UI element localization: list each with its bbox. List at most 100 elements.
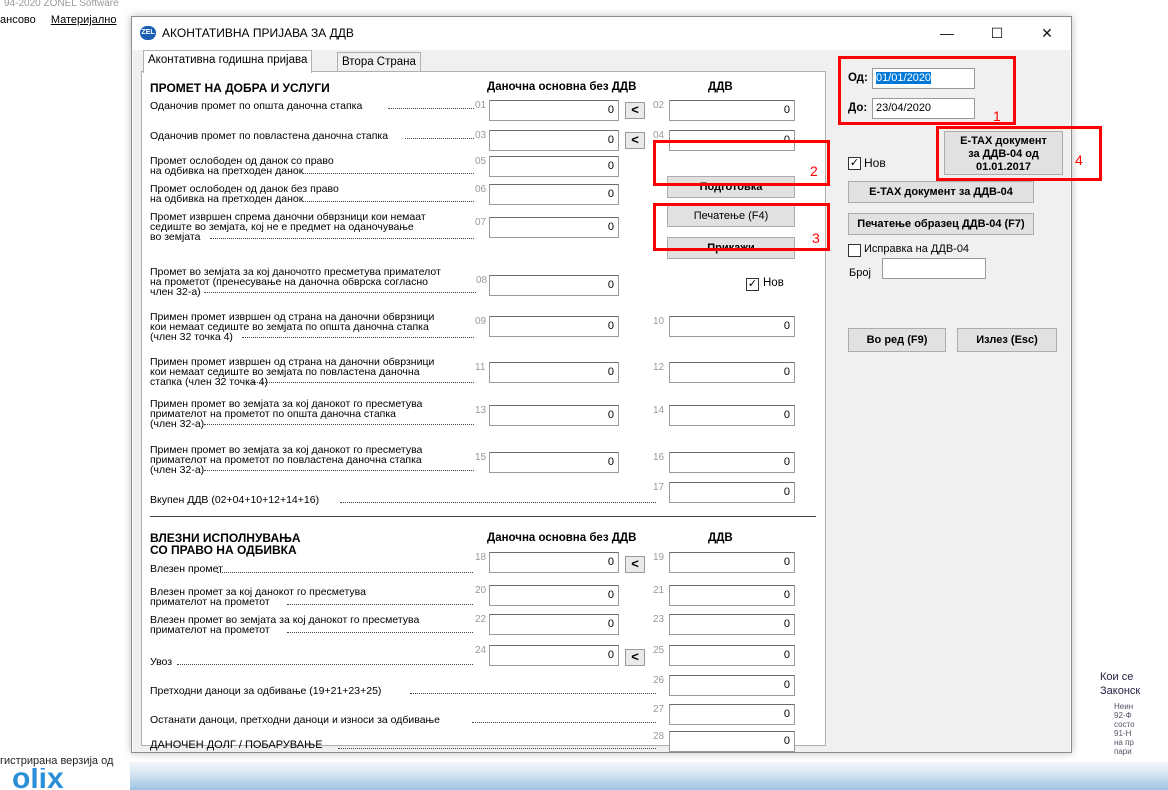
field-06[interactable]: 0	[489, 184, 619, 205]
field-26[interactable]: 0	[669, 675, 795, 696]
field-number: 16	[653, 452, 665, 463]
field-03[interactable]: 0	[489, 130, 619, 151]
ok-f9-button[interactable]: Во ред (F9)	[848, 328, 946, 352]
tab-annual-return[interactable]: Аконтативна годишна пријава	[143, 50, 313, 73]
row-label: Оданочив промет по општа даночна стапка	[150, 100, 363, 112]
dot-leader	[210, 238, 474, 239]
dot-leader	[287, 632, 473, 633]
annotation-box-prepare	[653, 140, 830, 186]
dot-leader	[287, 604, 473, 605]
field-number: 02	[653, 100, 665, 111]
field-number: 06	[475, 184, 487, 195]
field-18[interactable]: 0	[489, 552, 619, 573]
field-11[interactable]: 0	[489, 362, 619, 383]
field-number: 22	[475, 614, 487, 625]
tab-second-page[interactable]: Втора Страна	[337, 52, 421, 73]
etax-ddv04-button[interactable]: E-TAX документ за ДДВ-04	[848, 181, 1034, 203]
field-23[interactable]: 0	[669, 614, 795, 635]
field-14[interactable]: 0	[669, 405, 795, 426]
field-number: 15	[475, 452, 487, 463]
ddv-dialog-window: ZEL АКОНТАТИВНА ПРИЈАВА ЗА ДДВ — ☐ ✕ Ако…	[131, 16, 1072, 753]
dot-leader	[302, 173, 474, 174]
row-label: Влезен промет	[150, 563, 223, 575]
annotation-number: 4	[1075, 152, 1083, 168]
field-27[interactable]: 0	[669, 704, 795, 725]
number-input[interactable]	[882, 258, 986, 279]
field-10[interactable]: 0	[669, 316, 795, 337]
field-number: 09	[475, 316, 487, 327]
row-label: Претходни даноци за одбивање (19+21+23+2…	[150, 685, 382, 697]
column-header-vat: ДДВ	[708, 81, 733, 93]
field-number: 19	[653, 552, 665, 563]
field-number: 01	[475, 100, 487, 111]
window-title: АКОНТАТИВНА ПРИЈАВА ЗА ДДВ	[162, 26, 354, 40]
annotation-number: 2	[810, 163, 818, 179]
field-15[interactable]: 0	[489, 452, 619, 473]
annotation-number: 3	[812, 230, 820, 246]
copy-arrow-button[interactable]: <	[625, 102, 645, 119]
field-07[interactable]: 0	[489, 217, 619, 238]
close-button[interactable]: ✕	[1024, 21, 1070, 45]
dot-leader	[338, 748, 656, 749]
dot-leader	[340, 502, 656, 503]
row-label: Увоз	[150, 656, 173, 668]
background-status-text: гистрирана верзија од	[0, 755, 114, 767]
field-number: 24	[475, 645, 487, 656]
field-number: 07	[475, 217, 487, 228]
section-heading-turnover: ПРОМЕТ НА ДОБРА И УСЛУГИ	[150, 81, 330, 95]
field-number: 21	[653, 585, 665, 596]
copy-arrow-button[interactable]: <	[625, 132, 645, 149]
correction-checkbox[interactable]	[848, 244, 861, 257]
dot-leader	[252, 382, 474, 383]
dialog-client-area: Аконтативна годишна пријава Втора Страна…	[133, 50, 1070, 752]
field-24[interactable]: 0	[489, 645, 619, 666]
section-heading-inputs: ВЛЕЗНИ ИСПОЛНУВАЊА СО ПРАВО НА ОДБИВКА	[150, 531, 301, 557]
field-05[interactable]: 0	[489, 156, 619, 177]
field-01[interactable]: 0	[489, 100, 619, 121]
dot-leader	[204, 470, 474, 471]
field-number: 26	[653, 675, 665, 686]
minimize-button[interactable]: —	[924, 21, 970, 45]
field-13[interactable]: 0	[489, 405, 619, 426]
app-icon: ZEL	[140, 26, 156, 40]
new-checkbox-section[interactable]: ✓	[746, 278, 759, 291]
field-22[interactable]: 0	[489, 614, 619, 635]
column-header-base: Даночна основна без ДДВ	[487, 532, 637, 544]
correction-checkbox-label: Исправка на ДДВ-04	[864, 243, 970, 255]
field-17[interactable]: 0	[669, 482, 795, 503]
number-label: Број	[849, 267, 871, 279]
exit-esc-button[interactable]: Излез (Esc)	[957, 328, 1057, 352]
row-label: Останати даноци, претходни даноци и изно…	[150, 714, 440, 726]
new-checkbox-label: Нов	[864, 156, 886, 170]
field-number: 13	[475, 405, 487, 416]
new-checkbox[interactable]: ✓	[848, 157, 861, 170]
dot-leader	[217, 572, 473, 573]
field-25[interactable]: 0	[669, 645, 795, 666]
field-09[interactable]: 0	[489, 316, 619, 337]
row-label: ДАНОЧЕН ДОЛГ / ПОБАРУВАЊЕ	[150, 739, 323, 751]
background-menu-item[interactable]: Материјално	[51, 14, 117, 26]
new-checkbox-label: Нов	[763, 277, 784, 289]
field-number: 11	[475, 362, 486, 373]
background-bottom-band	[130, 762, 1168, 790]
field-20[interactable]: 0	[489, 585, 619, 606]
copy-arrow-button[interactable]: <	[625, 556, 645, 573]
copy-arrow-button[interactable]: <	[625, 649, 645, 666]
maximize-button[interactable]: ☐	[974, 21, 1020, 45]
field-19[interactable]: 0	[669, 552, 795, 573]
print-form-f7-button[interactable]: Печатење образец ДДВ-04 (F7)	[848, 213, 1034, 235]
field-21[interactable]: 0	[669, 585, 795, 606]
window-title-bar[interactable]: ZEL АКОНТАТИВНА ПРИЈАВА ЗА ДДВ — ☐ ✕	[132, 17, 1071, 49]
field-16[interactable]: 0	[669, 452, 795, 473]
field-12[interactable]: 0	[669, 362, 795, 383]
field-number: 08	[476, 275, 488, 286]
background-menu-item[interactable]: ансово	[0, 14, 36, 26]
field-02[interactable]: 0	[669, 100, 795, 121]
field-28[interactable]: 0	[669, 731, 795, 752]
field-number: 10	[653, 316, 665, 327]
field-number: 18	[475, 552, 487, 563]
background-logo: olix	[12, 768, 64, 790]
field-08[interactable]: 0	[489, 275, 619, 296]
annotation-box-show	[653, 203, 830, 251]
dot-leader	[388, 108, 474, 109]
